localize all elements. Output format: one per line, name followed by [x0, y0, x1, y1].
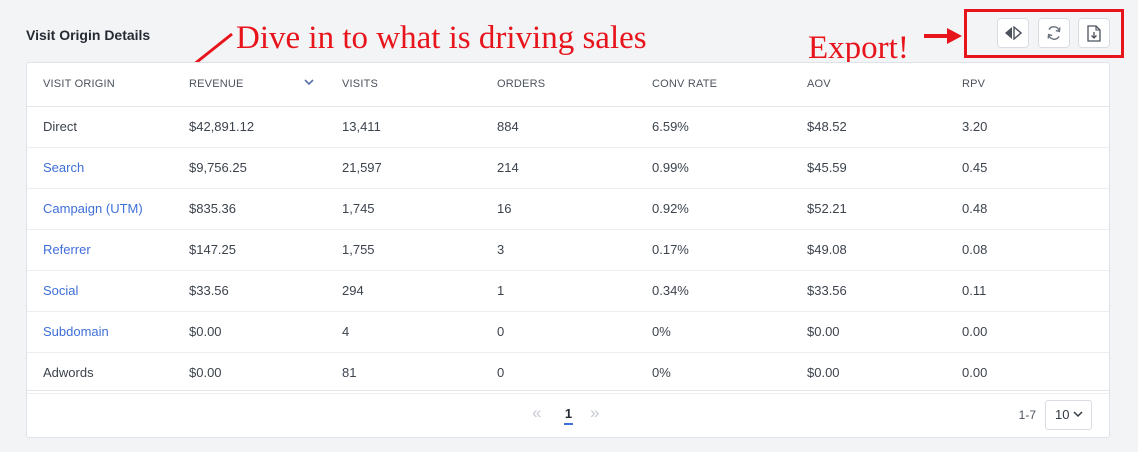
next-page-icon[interactable]: »: [590, 403, 599, 423]
page-title: Visit Origin Details: [26, 27, 151, 43]
cell-aov: $0.00: [791, 352, 946, 394]
sort-desc-icon[interactable]: [304, 79, 314, 86]
table-header-row: VISIT ORIGIN REVENUE VISITS ORDERS CONV …: [27, 63, 1109, 107]
cell-visits: 13,411: [326, 106, 481, 148]
prev-page-icon[interactable]: «: [532, 403, 541, 423]
pagination-bar: « 1 » 1-7 10: [27, 390, 1109, 437]
cell-aov: $48.52: [791, 106, 946, 148]
cell-rpv: 0.00: [946, 352, 1109, 394]
cell-revenue: $33.56: [173, 270, 326, 312]
cell-revenue: $0.00: [173, 311, 326, 353]
cell-conv-rate: 0.92%: [636, 188, 791, 230]
cell-aov: $49.08: [791, 229, 946, 271]
cell-rpv: 0.00: [946, 311, 1109, 353]
cell-orders: 0: [481, 311, 636, 353]
table-row: Direct $42,891.12 13,411 884 6.59% $48.5…: [27, 106, 1109, 148]
column-header-revenue[interactable]: REVENUE: [173, 63, 326, 107]
cell-visits: 21,597: [326, 147, 481, 189]
cell-rpv: 0.11: [946, 270, 1109, 312]
visit-origin-table-card: VISIT ORIGIN REVENUE VISITS ORDERS CONV …: [26, 62, 1110, 438]
cell-visits: 1,745: [326, 188, 481, 230]
cell-conv-rate: 6.59%: [636, 106, 791, 148]
cell-aov: $0.00: [791, 311, 946, 353]
cell-aov: $52.21: [791, 188, 946, 230]
visit-origin-link[interactable]: Social: [27, 270, 173, 312]
cell-visit-origin: Adwords: [27, 352, 173, 394]
cell-visits: 1,755: [326, 229, 481, 271]
cell-orders: 214: [481, 147, 636, 189]
cell-visits: 4: [326, 311, 481, 353]
compare-icon: [1005, 26, 1022, 40]
current-page-number[interactable]: 1: [564, 406, 573, 425]
column-header-conv-rate[interactable]: CONV RATE: [636, 63, 791, 107]
table-row: Search $9,756.25 21,597 214 0.99% $45.59…: [27, 147, 1109, 189]
cell-conv-rate: 0%: [636, 311, 791, 353]
cell-orders: 16: [481, 188, 636, 230]
cell-revenue: $42,891.12: [173, 106, 326, 148]
cell-revenue: $0.00: [173, 352, 326, 394]
cell-revenue: $9,756.25: [173, 147, 326, 189]
cell-rpv: 0.48: [946, 188, 1109, 230]
column-header-visit-origin[interactable]: VISIT ORIGIN: [27, 63, 173, 107]
table-row: Referrer $147.25 1,755 3 0.17% $49.08 0.…: [27, 229, 1109, 271]
cell-revenue: $835.36: [173, 188, 326, 230]
compare-button[interactable]: [997, 18, 1029, 48]
table-row: Adwords $0.00 81 0 0% $0.00 0.00: [27, 352, 1109, 394]
download-icon: [1087, 24, 1101, 42]
refresh-icon: [1047, 26, 1061, 40]
cell-visit-origin: Direct: [27, 106, 173, 148]
cell-conv-rate: 0.17%: [636, 229, 791, 271]
cell-rpv: 0.45: [946, 147, 1109, 189]
column-header-rpv[interactable]: RPV: [946, 63, 1109, 107]
cell-aov: $45.59: [791, 147, 946, 189]
table-row: Campaign (UTM) $835.36 1,745 16 0.92% $5…: [27, 188, 1109, 230]
table-row: Subdomain $0.00 4 0 0% $0.00 0.00: [27, 311, 1109, 353]
annotation-arrowhead-export: [947, 28, 962, 44]
visit-origin-table: VISIT ORIGIN REVENUE VISITS ORDERS CONV …: [27, 63, 1109, 394]
column-header-orders[interactable]: ORDERS: [481, 63, 636, 107]
cell-rpv: 3.20: [946, 106, 1109, 148]
annotation-text-main: Dive in to what is driving sales: [236, 20, 647, 56]
export-button[interactable]: [1078, 18, 1110, 48]
cell-orders: 1: [481, 270, 636, 312]
cell-orders: 0: [481, 352, 636, 394]
cell-visits: 294: [326, 270, 481, 312]
visit-origin-link[interactable]: Search: [27, 147, 173, 189]
cell-conv-rate: 0.34%: [636, 270, 791, 312]
cell-aov: $33.56: [791, 270, 946, 312]
refresh-button[interactable]: [1038, 18, 1070, 48]
table-row: Social $33.56 294 1 0.34% $33.56 0.11: [27, 270, 1109, 312]
column-header-aov[interactable]: AOV: [791, 63, 946, 107]
cell-conv-rate: 0%: [636, 352, 791, 394]
column-header-revenue-label: REVENUE: [189, 78, 244, 91]
column-header-visits[interactable]: VISITS: [326, 63, 481, 107]
rows-per-page-select[interactable]: 10: [1045, 400, 1092, 430]
visit-origin-link[interactable]: Subdomain: [27, 311, 173, 353]
visit-origin-link[interactable]: Referrer: [27, 229, 173, 271]
chevron-down-icon: [1073, 411, 1083, 418]
cell-orders: 884: [481, 106, 636, 148]
cell-orders: 3: [481, 229, 636, 271]
cell-visits: 81: [326, 352, 481, 394]
cell-rpv: 0.08: [946, 229, 1109, 271]
pagination-range: 1-7: [1018, 408, 1036, 422]
cell-revenue: $147.25: [173, 229, 326, 271]
rows-per-page-value: 10: [1055, 407, 1070, 422]
cell-conv-rate: 0.99%: [636, 147, 791, 189]
visit-origin-link[interactable]: Campaign (UTM): [27, 188, 173, 230]
